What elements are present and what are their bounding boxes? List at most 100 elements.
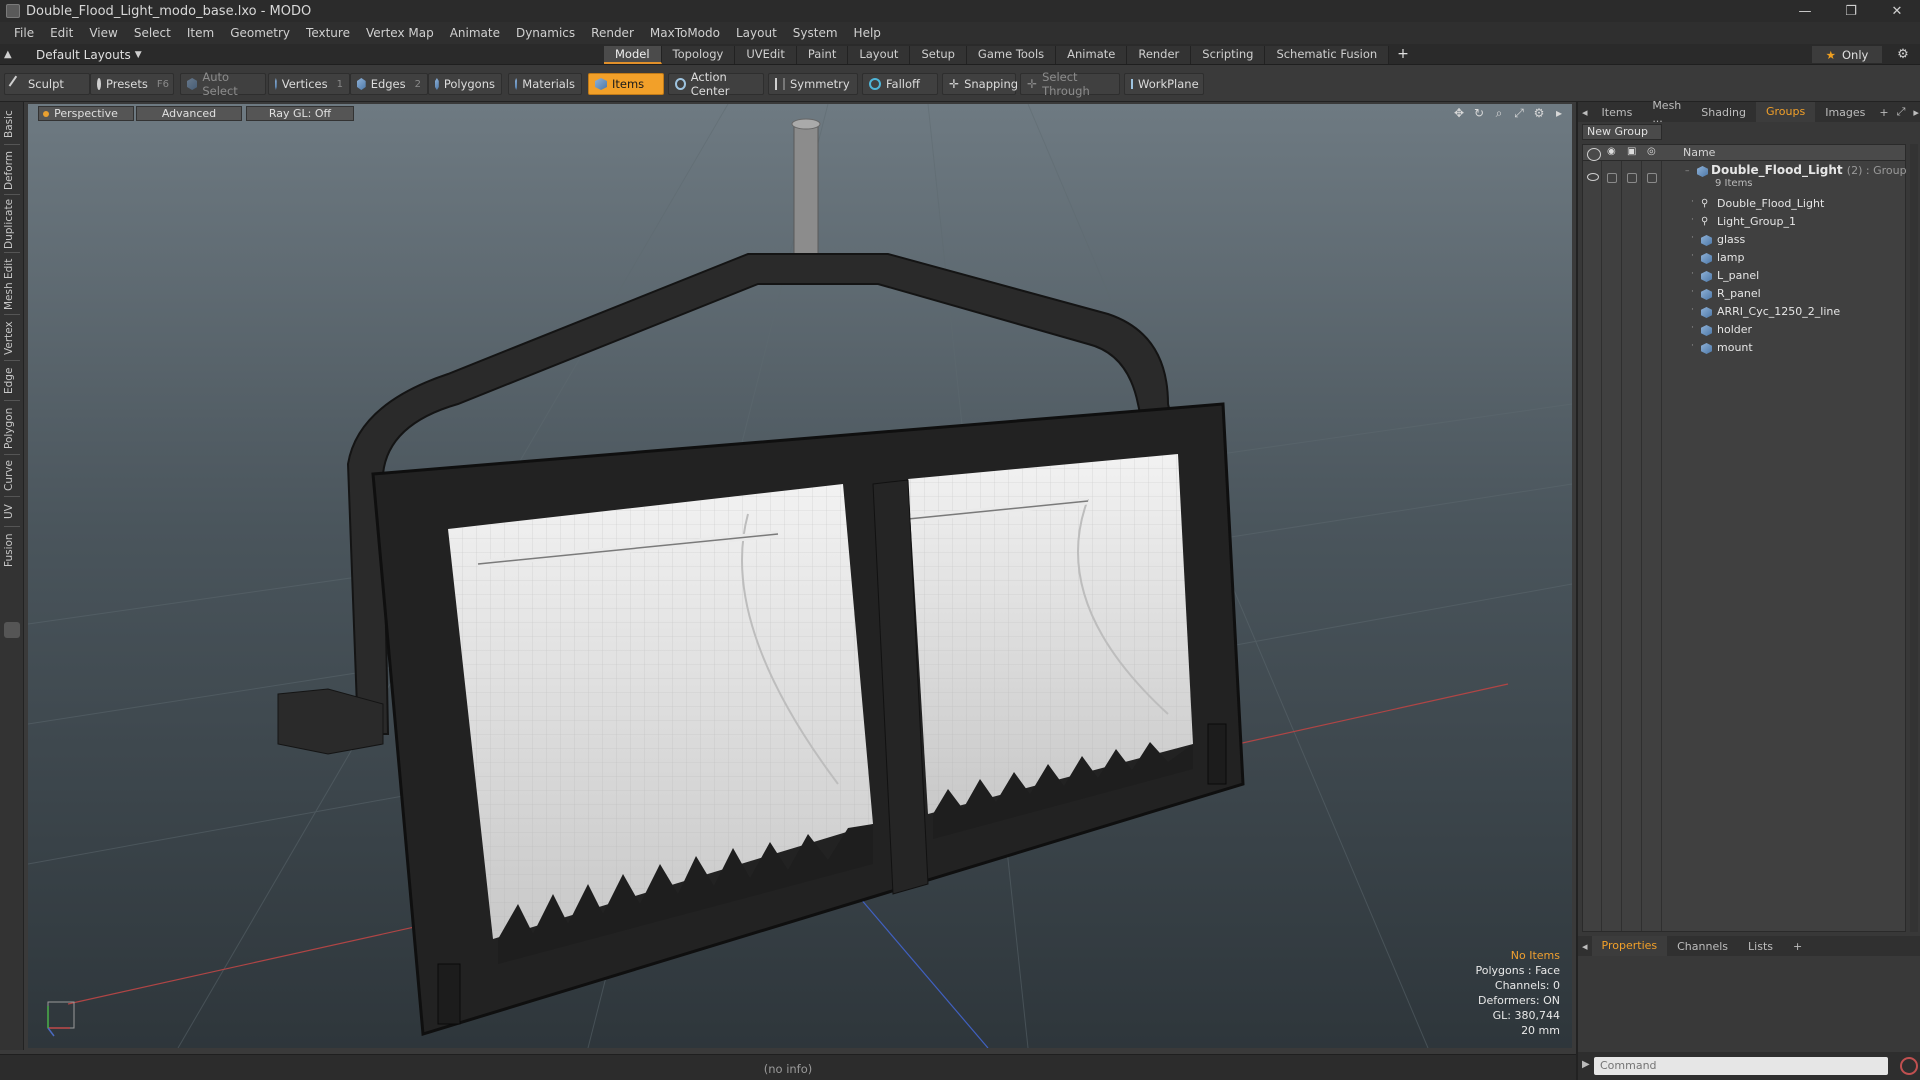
fit-icon[interactable]: ⤢ [1512, 106, 1526, 120]
left-tab-vertex[interactable]: Vertex [3, 318, 20, 358]
left-tab-deform[interactable]: Deform [3, 148, 20, 192]
presets-button[interactable]: Presets F6 [90, 73, 174, 95]
left-tab-fusion[interactable]: Fusion [3, 530, 20, 570]
left-tab-polygon[interactable]: Polygon [3, 404, 20, 452]
left-tab-duplicate[interactable]: Duplicate [3, 198, 20, 250]
minimize-button[interactable]: — [1782, 0, 1828, 22]
sculpt-button[interactable]: Sculpt [4, 73, 90, 95]
left-tab-uv[interactable]: UV [3, 500, 20, 524]
workplane-button[interactable]: WorkPlane [1124, 73, 1204, 95]
list-item[interactable]: · R_panel [1583, 285, 1905, 303]
menu-animate[interactable]: Animate [442, 26, 508, 40]
tab-schematic-fusion[interactable]: Schematic Fusion [1265, 46, 1390, 64]
render-toggle[interactable] [1607, 173, 1617, 183]
advanced-button[interactable]: Advanced [136, 106, 242, 121]
menu-edit[interactable]: Edit [42, 26, 81, 40]
maximize-button[interactable]: ❐ [1828, 0, 1874, 22]
vertices-button[interactable]: Vertices 1 [268, 73, 350, 95]
falloff-button[interactable]: Falloff [862, 73, 938, 95]
expand-right-icon[interactable]: ▸ [1552, 106, 1566, 120]
3d-viewport[interactable]: Perspective Advanced Ray GL: Off ✥ ↻ ⌕ ⤢… [28, 104, 1572, 1048]
menu-help[interactable]: Help [846, 26, 889, 40]
tab-render[interactable]: Render [1127, 46, 1192, 64]
menu-vertex-map[interactable]: Vertex Map [358, 26, 442, 40]
list-item[interactable]: · mount [1583, 339, 1905, 357]
expand-icon[interactable]: ⤢ [1893, 105, 1910, 119]
pan-icon[interactable]: ✥ [1452, 106, 1466, 120]
auto-select-button[interactable]: Auto Select [180, 70, 266, 98]
list-item[interactable]: · lamp [1583, 249, 1905, 267]
list-item[interactable]: · L_panel [1583, 267, 1905, 285]
tab-properties[interactable]: Properties [1591, 936, 1668, 956]
tab-game-tools[interactable]: Game Tools [966, 46, 1057, 64]
tab-animate[interactable]: Animate [1056, 46, 1128, 64]
edges-button[interactable]: Edges 2 [350, 73, 428, 95]
menu-dynamics[interactable]: Dynamics [508, 26, 583, 40]
add-tab-icon[interactable]: + [1783, 940, 1812, 953]
list-item[interactable]: · glass [1583, 231, 1905, 249]
add-tab-icon[interactable]: + [1875, 106, 1892, 119]
tab-mesh[interactable]: Mesh ... [1642, 99, 1691, 125]
visibility-eye-icon[interactable] [1587, 173, 1599, 181]
collapse-up-icon[interactable]: ▲ [4, 49, 18, 60]
close-button[interactable]: ✕ [1874, 0, 1920, 22]
tab-model[interactable]: Model [604, 46, 662, 64]
perspective-button[interactable]: Perspective [38, 106, 134, 121]
panel-menu-icon[interactable]: ◂ [1578, 106, 1592, 119]
rotate-icon[interactable]: ↻ [1472, 106, 1486, 120]
left-tab-mesh-edit[interactable]: Mesh Edit [3, 256, 20, 312]
menu-item[interactable]: Item [179, 26, 222, 40]
select-through-button[interactable]: ✛ Select Through [1020, 70, 1120, 98]
command-input[interactable] [1594, 1057, 1888, 1075]
group-row[interactable]: – Double_Flood_Light (2) : Group 9 Items [1583, 163, 1907, 193]
list-item[interactable]: · ARRI_Cyc_1250_2_line [1583, 303, 1905, 321]
tab-lists[interactable]: Lists [1738, 940, 1783, 953]
menu-select[interactable]: Select [126, 26, 179, 40]
menu-maxtomodo[interactable]: MaxToModo [642, 26, 728, 40]
menu-view[interactable]: View [81, 26, 125, 40]
collapse-icon[interactable]: – [1685, 166, 1690, 176]
menu-system[interactable]: System [785, 26, 846, 40]
raygl-button[interactable]: Ray GL: Off [246, 106, 354, 121]
tab-images[interactable]: Images [1815, 106, 1875, 119]
select-icon[interactable]: ◎ [1647, 146, 1661, 159]
zoom-icon[interactable]: ⌕ [1492, 106, 1506, 120]
tab-topology[interactable]: Topology [661, 46, 736, 64]
command-history-button[interactable] [1900, 1057, 1918, 1075]
visibility-eye-icon[interactable] [1587, 148, 1601, 161]
lock-toggle[interactable] [1627, 173, 1637, 183]
only-button[interactable]: ★ Only [1812, 46, 1882, 63]
left-tab-curve[interactable]: Curve [3, 458, 20, 494]
list-scrollbar[interactable] [1910, 144, 1918, 932]
snapping-button[interactable]: ✛ Snapping [942, 73, 1018, 95]
lock-icon[interactable]: ▣ [1627, 146, 1641, 159]
tab-shading[interactable]: Shading [1691, 106, 1756, 119]
menu-file[interactable]: File [6, 26, 42, 40]
add-tab-icon[interactable]: + [1389, 46, 1417, 64]
left-tab-basic[interactable]: Basic [3, 106, 20, 142]
menu-geometry[interactable]: Geometry [222, 26, 298, 40]
tab-setup[interactable]: Setup [910, 46, 967, 64]
panel-menu-icon[interactable]: ◂ [1578, 940, 1592, 953]
left-tab-edge[interactable]: Edge [3, 364, 20, 398]
menu-layout[interactable]: Layout [728, 26, 785, 40]
layout-dropdown[interactable]: ▲ Default Layouts ▼ [4, 44, 142, 65]
select-toggle[interactable] [1647, 173, 1657, 183]
tab-items[interactable]: Items [1592, 106, 1643, 119]
action-center-button[interactable]: Action Center [668, 70, 764, 98]
items-button[interactable]: Items [588, 73, 664, 95]
list-item[interactable]: · ⚲ Double_Flood_Light [1583, 195, 1905, 213]
tab-groups[interactable]: Groups [1755, 102, 1816, 122]
toolbox-toggle-button[interactable] [4, 622, 20, 638]
materials-button[interactable]: Materials [508, 73, 582, 95]
tab-paint[interactable]: Paint [796, 46, 849, 64]
symmetry-button[interactable]: Symmetry [768, 73, 858, 95]
list-item[interactable]: · ⚲ Light_Group_1 [1583, 213, 1905, 231]
gear-icon[interactable]: ⚙ [1894, 46, 1912, 63]
panel-arrow-icon[interactable]: ▸ [1909, 106, 1920, 119]
tab-channels[interactable]: Channels [1667, 940, 1738, 953]
render-icon[interactable]: ◉ [1607, 146, 1621, 159]
viewport-gear-icon[interactable]: ⚙ [1532, 106, 1546, 120]
polygons-button[interactable]: Polygons [428, 73, 502, 95]
new-group-button[interactable]: New Group [1582, 124, 1662, 140]
